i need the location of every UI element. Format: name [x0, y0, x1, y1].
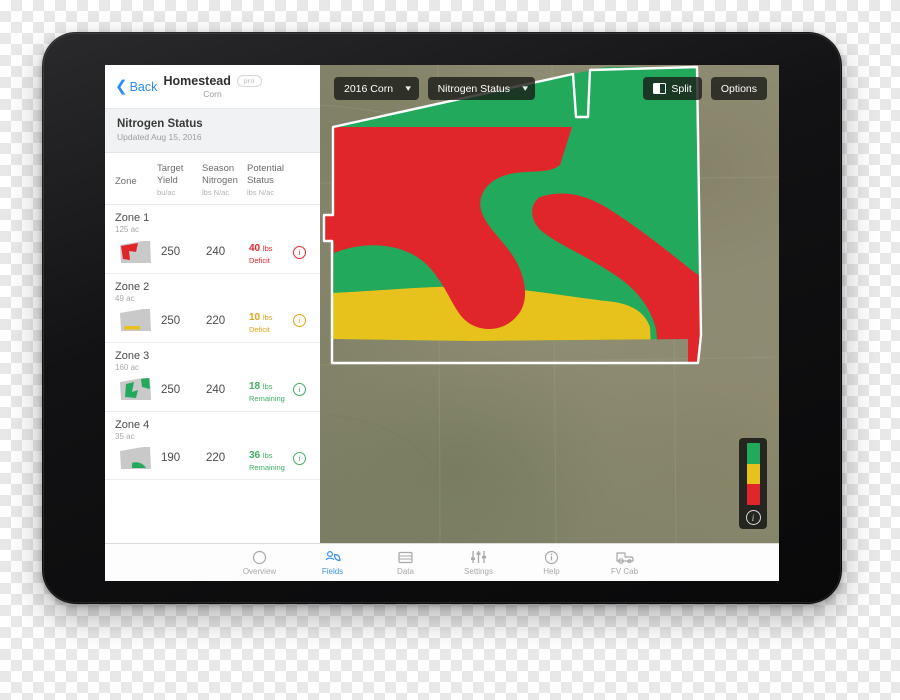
tab-fields[interactable]: Fields [296, 550, 369, 576]
status-title: Nitrogen Status [117, 118, 203, 130]
unit-season-nitrogen: lbs N/ac [202, 188, 230, 198]
zone-thumbnail-icon [115, 376, 157, 403]
zone-acres: 160 ac [115, 362, 140, 372]
legend-color-stop [746, 443, 760, 464]
legend-color-stop [746, 484, 760, 505]
zone-row[interactable]: Zone 2 49 ac 250 220 10 lbs Deficit i [105, 274, 320, 343]
crop-label: Corn [203, 89, 222, 99]
zone-name: Zone 3 [115, 349, 150, 362]
tab-label: Overview [242, 566, 277, 576]
zone-row[interactable]: Zone 1 125 ac 250 240 40 lbs Deficit i [105, 205, 320, 275]
pro-badge: pro [236, 75, 262, 87]
field-zone-overlay[interactable] [320, 65, 779, 543]
split-button-label: Split [671, 82, 692, 95]
options-button-label: Options [720, 82, 757, 95]
zone-target-yield: 250 [161, 314, 181, 327]
zone-name: Zone 1 [115, 212, 150, 225]
home-button[interactable] [846, 345, 878, 377]
info-icon [544, 550, 559, 565]
zone-potential-status: 40 lbs Deficit [249, 243, 273, 266]
zone-target-yield: 250 [161, 246, 181, 259]
zone-thumbnail-icon [115, 239, 157, 266]
unit-target-yield: bu/ac [157, 188, 176, 198]
tab-label: FV Cab [610, 566, 639, 576]
column-header-potential-status: Potential Status lbs N/ac [247, 163, 292, 197]
zone-potential-status: 18 lbs Remaining [249, 380, 285, 403]
zone-season-nitrogen: 240 [206, 383, 226, 396]
zone-info-icon[interactable]: i [293, 451, 306, 465]
tab-overview[interactable]: Overview [223, 550, 296, 576]
chevron-down-icon: ▾ [522, 83, 529, 93]
zone-target-yield: 190 [161, 452, 181, 465]
tab-help[interactable]: Help [515, 550, 588, 576]
column-header-season-nitrogen: Season Nitrogen lbs N/ac [202, 163, 247, 197]
zone-info-icon[interactable]: i [293, 314, 306, 328]
zone-season-nitrogen: 240 [206, 246, 226, 259]
sidebar-panel: ❮ Back Homestead pro Corn Nitrogen Statu… [105, 65, 320, 543]
map-layer-value: Nitrogen Status [437, 82, 510, 95]
tractor-icon [615, 550, 634, 565]
tablet-screen: ❮ Back Homestead pro Corn Nitrogen Statu… [105, 65, 779, 581]
table-column-headers: Zone Target Yield bu/ac Season Nitrogen … [105, 153, 320, 206]
options-button[interactable]: Options [710, 77, 767, 100]
zone-season-nitrogen: 220 [206, 452, 226, 465]
navigation-bar: ❮ Back Homestead pro Corn [105, 65, 320, 108]
zone-acres: 49 ac [115, 294, 135, 304]
zone-target-yield: 250 [161, 383, 181, 396]
zone-list[interactable]: Zone 1 125 ac 250 240 40 lbs Deficit i Zone 2 49… [105, 205, 320, 543]
back-button-label: Back [129, 79, 158, 94]
zone-potential-status: 10 lbs Deficit [249, 312, 273, 335]
nitrogen-status-header[interactable]: Nitrogen Status Updated Aug 15, 2016 [105, 108, 320, 153]
sliders-icon [470, 550, 487, 565]
legend-color-stop [746, 463, 760, 485]
zone-row[interactable]: Zone 3 160 ac 250 240 18 lbs Remaining i [105, 343, 320, 412]
tab-label: Data [397, 566, 414, 576]
map-toolbar: 2016 Corn ▾ Nitrogen Status ▾ Split Opti… [334, 77, 767, 100]
app-body: ❮ Back Homestead pro Corn Nitrogen Statu… [105, 65, 779, 543]
column-header-target-yield: Target Yield bu/ac [157, 163, 202, 197]
map-layer-select[interactable]: Nitrogen Status ▾ [427, 77, 536, 100]
zone-row[interactable]: Zone 4 35 ac 190 220 36 lbs Remaining i [105, 412, 320, 481]
data-icon [398, 550, 413, 565]
circle-icon [252, 550, 267, 565]
zone-potential-status: 36 lbs Remaining [249, 449, 285, 472]
status-updated-date: Updated Aug 15, 2016 [117, 132, 202, 142]
field-title: Homestead [163, 74, 231, 88]
tab-fv-cab[interactable]: FV Cab [588, 550, 661, 576]
legend-color-scale [746, 443, 760, 505]
column-header-zone: Zone [115, 176, 137, 188]
tab-label: Fields [321, 566, 344, 576]
tab-settings[interactable]: Settings [442, 550, 515, 576]
legend-info-icon[interactable]: i [745, 510, 761, 525]
zone-info-icon[interactable]: i [293, 383, 306, 397]
back-button[interactable]: ❮ Back [115, 79, 157, 94]
zone-info-icon[interactable]: i [293, 245, 306, 259]
bottom-tab-bar: Overview Fields Data Settings Help FV Cab [105, 543, 779, 581]
season-crop-select[interactable]: 2016 Corn ▾ [334, 77, 419, 100]
zone-thumbnail-icon [115, 307, 157, 334]
zone-acres: 35 ac [115, 431, 135, 441]
zone-name: Zone 4 [115, 418, 150, 431]
zone-thumbnail-icon [115, 445, 157, 472]
zone-acres: 125 ac [115, 225, 140, 235]
map-panel[interactable]: 2016 Corn ▾ Nitrogen Status ▾ Split Opti… [320, 65, 779, 543]
tab-data[interactable]: Data [369, 550, 442, 576]
chevron-down-icon: ▾ [405, 83, 412, 93]
split-view-button[interactable]: Split [643, 77, 702, 100]
map-legend: i [739, 438, 767, 529]
split-panes-icon [653, 83, 667, 94]
season-crop-value: 2016 Corn [344, 82, 394, 95]
chevron-left-icon: ❮ [115, 78, 128, 95]
tab-label: Settings [464, 566, 493, 576]
tab-label: Help [543, 566, 560, 576]
zone-name: Zone 2 [115, 281, 150, 294]
unit-potential-status: lbs N/ac [247, 188, 275, 198]
zone-season-nitrogen: 220 [206, 314, 226, 327]
fields-icon [324, 550, 341, 565]
